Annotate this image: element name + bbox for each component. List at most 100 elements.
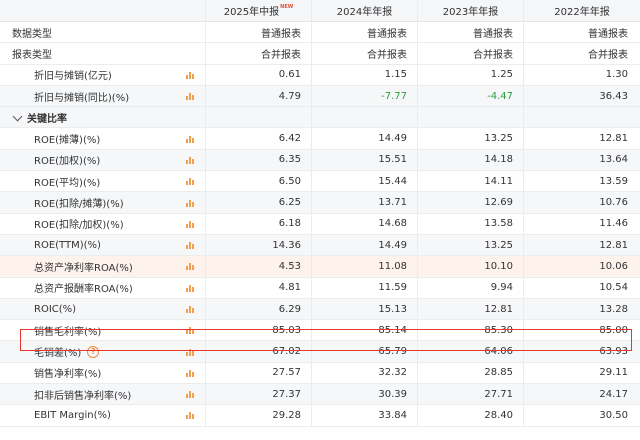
row-label-cell: ROE(扣除/摊薄)(%) bbox=[0, 192, 206, 213]
cell: 11.59 bbox=[312, 277, 418, 298]
bar-chart-icon[interactable] bbox=[186, 199, 195, 207]
cell: 4.79 bbox=[206, 85, 312, 107]
bar-chart-icon[interactable] bbox=[186, 390, 195, 399]
cell bbox=[524, 107, 640, 127]
header-period-2022[interactable]: 2022年年报 bbox=[524, 0, 640, 21]
cell: 普通报表 bbox=[418, 22, 524, 43]
row-label-cell: ROIC(%) bbox=[0, 298, 206, 320]
cell: 15.44 bbox=[312, 171, 418, 192]
bar-chart-icon[interactable] bbox=[186, 305, 195, 313]
cell: 65.79 bbox=[312, 341, 418, 362]
row-label: 折旧与摊销(亿元) bbox=[34, 71, 112, 83]
header-period-2025h1[interactable]: 2025年中报 NEW bbox=[206, 0, 312, 21]
section-label-cell: 关键比率 bbox=[0, 107, 206, 128]
header-period-2024[interactable]: 2024年年报 bbox=[312, 0, 418, 21]
cell: 0.61 bbox=[206, 64, 312, 85]
cell bbox=[312, 107, 418, 128]
cell: 13.25 bbox=[418, 128, 524, 149]
chevron-down-icon[interactable] bbox=[12, 111, 23, 122]
cell: 10.54 bbox=[599, 282, 628, 294]
row-label: ROE(摊薄)(%) bbox=[34, 135, 101, 147]
period-label: 2024年年报 bbox=[336, 7, 393, 18]
row-label: 销售毛利率(%) bbox=[34, 326, 102, 338]
cell: 合并报表 bbox=[588, 49, 628, 61]
row-depreciation: 折旧与摊销(亿元) 0.61 1.15 1.25 1.30 bbox=[0, 64, 640, 86]
row-gross-margin: 销售毛利率(%) 85.03 85.14 85.30 85.00 bbox=[0, 320, 640, 342]
cell: 11.08 bbox=[312, 256, 418, 277]
cell: 12.69 bbox=[418, 192, 524, 213]
bar-chart-icon[interactable] bbox=[186, 220, 195, 228]
row-label: 总资产报酬率ROA(%) bbox=[34, 284, 133, 296]
cell: 12.81 bbox=[418, 298, 524, 320]
cell bbox=[418, 107, 524, 128]
bar-chart-icon[interactable] bbox=[186, 284, 195, 292]
row-label-cell: 报表类型 bbox=[0, 43, 206, 64]
cell: 85.00 bbox=[599, 324, 628, 336]
cell: 4.53 bbox=[206, 256, 312, 277]
period-label: 2022年年报 bbox=[554, 7, 610, 18]
row-net-margin-deducted: 扣非后销售净利率(%) 27.37 30.39 27.71 24.17 bbox=[0, 384, 640, 406]
header-period-2023[interactable]: 2023年年报 bbox=[418, 0, 524, 21]
row-roe-average: ROE(平均)(%) 6.50 15.44 14.11 13.59 bbox=[0, 171, 640, 193]
cell: 29.11 bbox=[599, 367, 628, 379]
section-title: 关键比率 bbox=[0, 110, 67, 125]
row-label-cell: EBIT Margin(%) bbox=[0, 405, 206, 426]
bar-chart-icon[interactable] bbox=[186, 92, 195, 101]
row-label-cell: 折旧与摊销(同比)(%) bbox=[0, 85, 206, 107]
help-icon[interactable]: ? bbox=[87, 345, 100, 358]
cell: 14.36 bbox=[206, 234, 312, 256]
row-gross-sales-spread: 毛销差(%)? 67.02 65.79 64.06 63.93 bbox=[0, 341, 640, 363]
row-roe-deducted-diluted: ROE(扣除/摊薄)(%) 6.25 13.71 12.69 10.76 bbox=[0, 192, 640, 214]
row-label-cell: ROE(加权)(%) bbox=[0, 149, 206, 171]
section-key-ratios[interactable]: 关键比率 bbox=[0, 107, 640, 129]
cell: 67.02 bbox=[206, 341, 312, 362]
row-label: 报表类型 bbox=[12, 49, 52, 61]
row-label: 扣非后销售净利率(%) bbox=[34, 390, 132, 402]
row-roe-deducted-weighted: ROE(扣除/加权)(%) 6.18 14.68 13.58 11.46 bbox=[0, 213, 640, 235]
bar-chart-icon[interactable] bbox=[186, 411, 195, 420]
row-label: ROIC(%) bbox=[34, 303, 77, 315]
row-label-cell: ROE(扣除/加权)(%) bbox=[0, 213, 206, 234]
cell: 13.58 bbox=[418, 213, 524, 234]
cell: 普通报表 bbox=[588, 28, 628, 40]
cell: -7.77 bbox=[312, 85, 418, 107]
row-roe-weighted: ROE(加权)(%) 6.35 15.51 14.18 13.64 bbox=[0, 149, 640, 172]
row-label-cell: 销售毛利率(%) bbox=[0, 320, 206, 341]
bar-chart-icon[interactable] bbox=[186, 241, 195, 250]
row-label-cell: 总资产净利率ROA(%) bbox=[0, 256, 206, 277]
section-label: 关键比率 bbox=[27, 113, 67, 125]
bar-chart-icon[interactable] bbox=[186, 135, 195, 143]
cell: 28.85 bbox=[418, 362, 524, 384]
row-label-cell: ROE(平均)(%) bbox=[0, 171, 206, 192]
row-roe-diluted: ROE(摊薄)(%) 6.42 14.49 13.25 12.81 bbox=[0, 128, 640, 150]
row-label-cell: ROE(摊薄)(%) bbox=[0, 128, 206, 149]
cell: 28.40 bbox=[418, 405, 524, 426]
cell: 6.35 bbox=[206, 149, 312, 171]
row-roa-net: 总资产净利率ROA(%) 4.53 11.08 10.10 10.06 bbox=[0, 256, 640, 278]
row-label-cell: 毛销差(%)? bbox=[0, 341, 206, 362]
bar-chart-icon[interactable] bbox=[186, 156, 195, 164]
bar-chart-icon[interactable] bbox=[186, 326, 195, 335]
cell: 85.30 bbox=[418, 320, 524, 341]
row-label: 销售净利率(%) bbox=[34, 369, 102, 381]
bar-chart-icon[interactable] bbox=[186, 177, 195, 186]
cell: 6.25 bbox=[206, 192, 312, 213]
new-badge: NEW bbox=[280, 3, 294, 10]
table-header: 2025年中报 NEW 2024年年报 2023年年报 2022年年报 bbox=[0, 0, 640, 22]
cell bbox=[206, 107, 312, 128]
financial-table: 2025年中报 NEW 2024年年报 2023年年报 2022年年报 数据类型 … bbox=[0, 0, 640, 427]
bar-chart-icon[interactable] bbox=[186, 262, 195, 271]
bar-chart-icon[interactable] bbox=[186, 348, 195, 356]
row-label: ROE(扣除/摊薄)(%) bbox=[34, 199, 124, 211]
cell: 普通报表 bbox=[206, 22, 312, 43]
cell: 10.06 bbox=[599, 260, 628, 272]
cell: 24.17 bbox=[599, 388, 628, 400]
bar-chart-icon[interactable] bbox=[186, 369, 195, 377]
row-label-cell: 扣非后销售净利率(%) bbox=[0, 384, 206, 405]
cell: 合并报表 bbox=[418, 43, 524, 64]
bar-chart-icon[interactable] bbox=[186, 71, 195, 79]
cell: 12.81 bbox=[599, 133, 628, 145]
cell: 14.49 bbox=[312, 234, 418, 256]
row-roa-return: 总资产报酬率ROA(%) 4.81 11.59 9.94 10.54 bbox=[0, 277, 640, 299]
row-data-type: 数据类型 普通报表 普通报表 普通报表 普通报表 bbox=[0, 22, 640, 44]
